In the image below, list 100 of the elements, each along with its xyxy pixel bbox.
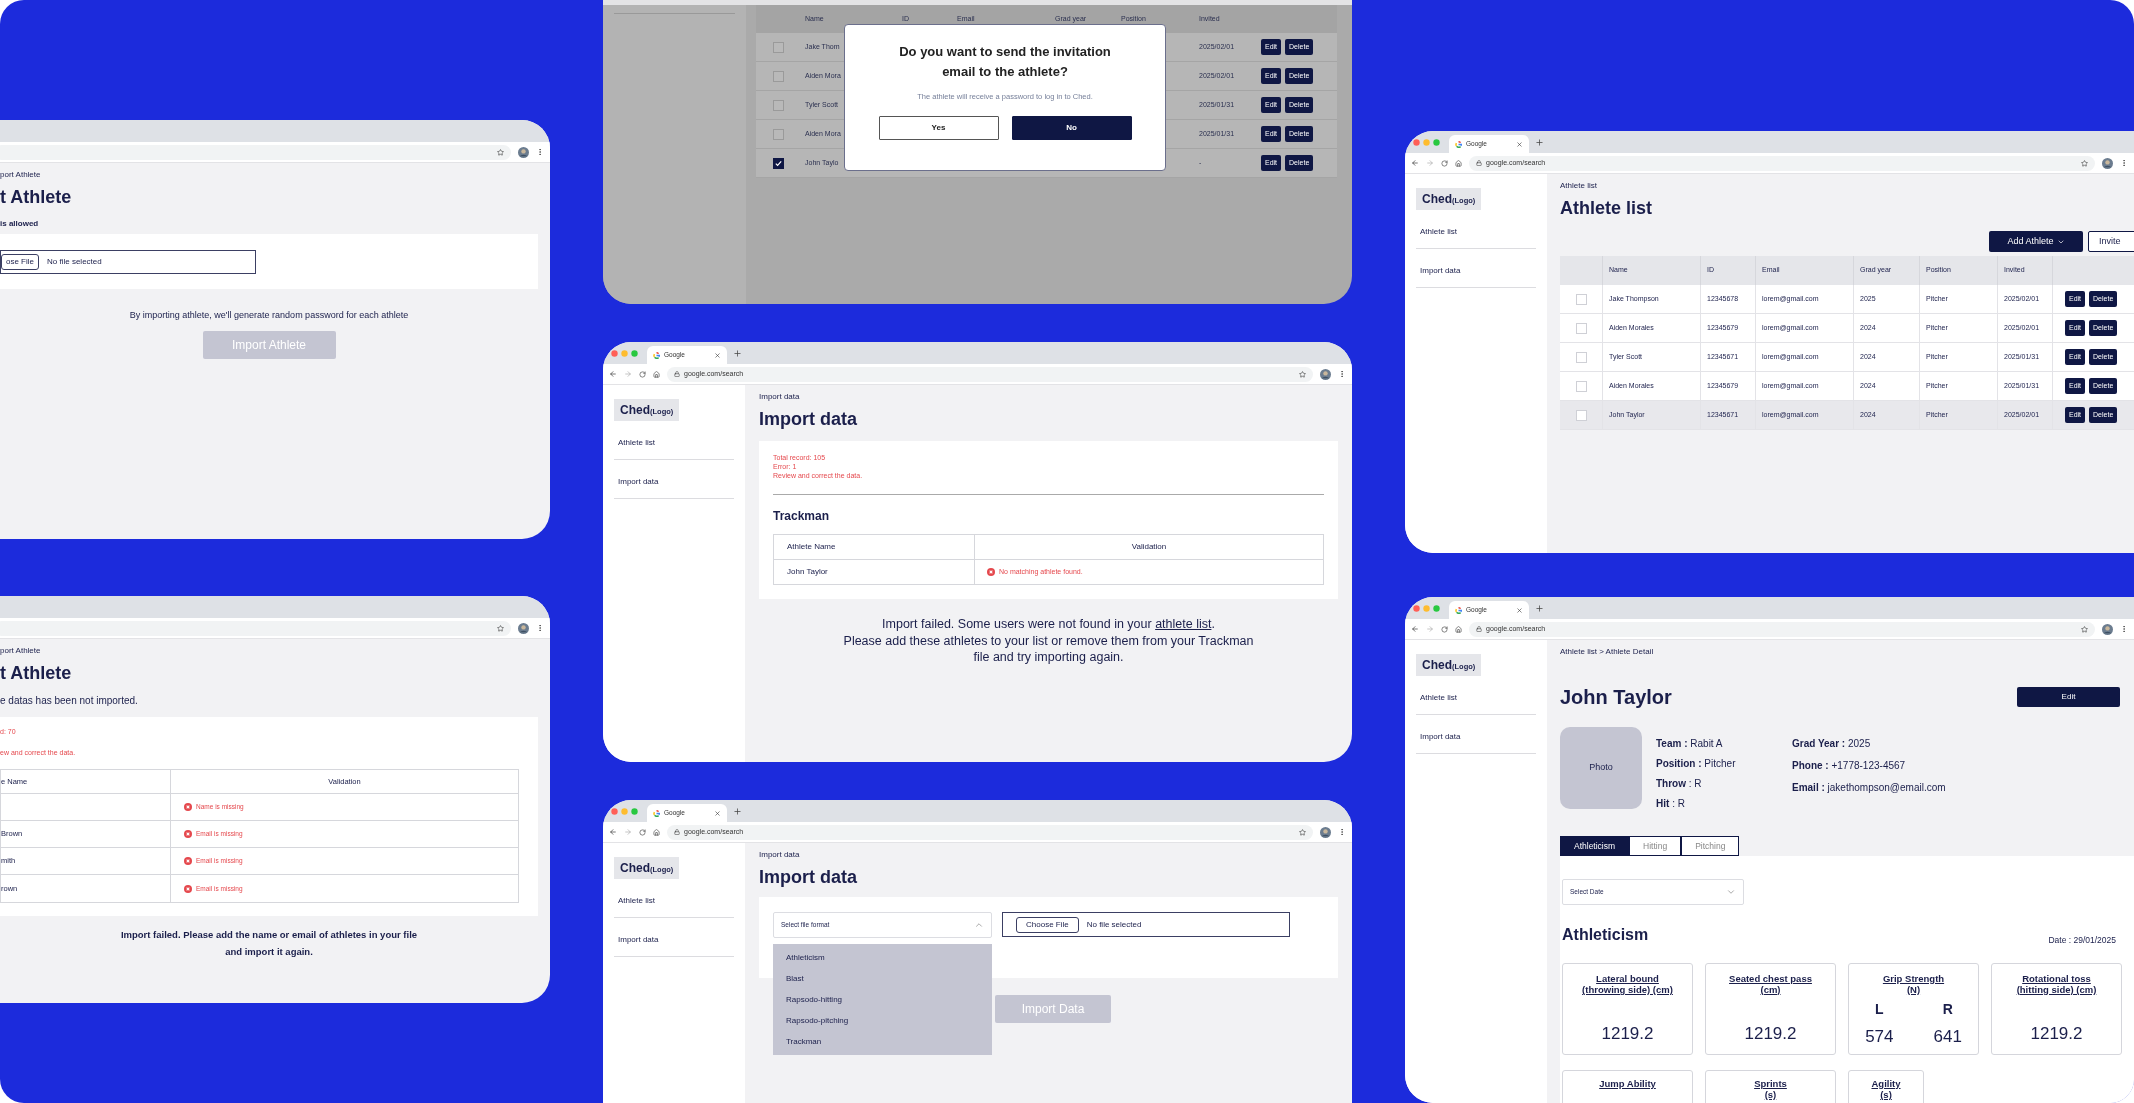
- invite-button[interactable]: Invite: [2088, 231, 2134, 252]
- yes-button[interactable]: Yes: [878, 116, 999, 141]
- status-message: e datas has been not imported.: [0, 694, 139, 708]
- choose-file-button[interactable]: ose File: [1, 253, 39, 270]
- menu-icon[interactable]: [1338, 370, 1346, 378]
- new-tab-icon[interactable]: [733, 806, 742, 816]
- avatar-icon[interactable]: [1320, 368, 1331, 380]
- back-icon[interactable]: [1411, 625, 1419, 633]
- sidebar-item[interactable]: Import data: [618, 935, 659, 944]
- metric-title: Rotational toss (hitting side) (cm): [2016, 973, 2097, 995]
- star-icon[interactable]: [1299, 370, 1306, 378]
- checkbox[interactable]: [772, 128, 784, 140]
- tab[interactable]: Pitching: [1681, 836, 1740, 856]
- session-date: Date : 29/01/2025: [2048, 934, 2116, 947]
- sidebar-item[interactable]: Import data: [1420, 266, 1461, 275]
- page-title: Athlete list: [1560, 197, 1653, 220]
- breadcrumb: Athlete list > Athlete Detail: [1560, 646, 1655, 658]
- sidebar-item[interactable]: Import data: [618, 477, 659, 486]
- menu-icon[interactable]: [2120, 625, 2128, 633]
- sidebar-item[interactable]: Athlete list: [1420, 227, 1457, 236]
- dropdown-option[interactable]: Blast: [773, 968, 992, 989]
- file-field[interactable]: ose File No file selected: [0, 249, 256, 274]
- back-icon[interactable]: [609, 828, 617, 836]
- address-field[interactable]: [0, 144, 511, 160]
- avatar-icon[interactable]: [518, 622, 529, 634]
- breadcrumb: port Athlete: [0, 169, 42, 181]
- reload-icon[interactable]: [639, 370, 646, 378]
- checkbox[interactable]: [772, 157, 784, 169]
- athlete-name: John Taylor: [1560, 685, 1672, 710]
- close-icon[interactable]: [1516, 606, 1523, 614]
- reload-icon[interactable]: [639, 828, 646, 836]
- close-icon[interactable]: [714, 809, 721, 817]
- new-tab-icon[interactable]: [733, 348, 742, 358]
- tab[interactable]: Athleticism: [1560, 836, 1630, 856]
- column-header: Validation: [1130, 541, 1168, 553]
- import-failed-message: Import failed. Some users were not found in your athlete list. Please add these athletes to your list or remove them from your Trackman file and try importing again.: [842, 616, 1255, 666]
- logo-text: Ched: [620, 402, 650, 419]
- avatar-icon[interactable]: [1320, 826, 1331, 838]
- section-title: Athleticism: [1562, 925, 1649, 945]
- star-icon[interactable]: [497, 148, 504, 156]
- window-controls-icon[interactable]: [1413, 604, 1443, 612]
- avatar-icon[interactable]: [2102, 623, 2113, 635]
- profile-field: Throw : R: [1656, 776, 1792, 791]
- metric-value: 574: [1865, 1026, 1894, 1048]
- choose-file-button[interactable]: Choose File: [1016, 916, 1079, 933]
- avatar-icon[interactable]: [2102, 157, 2113, 169]
- tab[interactable]: Hitting: [1629, 836, 1682, 856]
- dropdown-option[interactable]: Trackman: [773, 1031, 992, 1052]
- file-field[interactable]: Choose File No file selected: [1002, 912, 1290, 937]
- reload-icon[interactable]: [1441, 625, 1448, 633]
- star-icon[interactable]: [2081, 159, 2088, 167]
- home-icon[interactable]: [1455, 159, 1462, 167]
- no-button[interactable]: No: [1011, 116, 1132, 141]
- home-icon[interactable]: [1455, 625, 1462, 633]
- sidebar-item[interactable]: Athlete list: [1420, 693, 1457, 702]
- dialog-title: Do you want to send the invitation email to the athlete?: [899, 43, 1111, 81]
- home-icon[interactable]: [653, 828, 660, 836]
- avatar-icon[interactable]: [518, 146, 529, 158]
- checkbox[interactable]: [772, 99, 784, 111]
- back-icon[interactable]: [1411, 159, 1419, 167]
- window-controls-icon[interactable]: [611, 807, 641, 815]
- metric-value: 641: [1933, 1026, 1962, 1048]
- dropdown-option[interactable]: Rapsodo-pitching: [773, 1010, 992, 1031]
- logo-text: Ched: [620, 860, 650, 877]
- sidebar-item[interactable]: Athlete list: [618, 438, 655, 447]
- metric-title: Grip Strength (N): [1882, 973, 1945, 995]
- tab-favicon-icon: [653, 351, 660, 359]
- new-tab-icon[interactable]: [1535, 137, 1544, 147]
- checkbox[interactable]: [772, 70, 784, 82]
- menu-icon[interactable]: [2120, 159, 2128, 167]
- back-icon[interactable]: [609, 370, 617, 378]
- breadcrumb: Athlete list: [1560, 180, 1598, 192]
- window-controls-icon[interactable]: [611, 349, 641, 357]
- hint-text: is allowed: [0, 218, 40, 230]
- add-athlete-button[interactable]: Add Athlete: [1989, 231, 2083, 252]
- file-status: No file selected: [1086, 918, 1142, 931]
- sidebar-item[interactable]: Import data: [1420, 732, 1461, 741]
- menu-icon[interactable]: [536, 624, 544, 632]
- address-field[interactable]: [0, 620, 511, 636]
- menu-icon[interactable]: [1338, 828, 1346, 836]
- profile-field: Phone : +1778-123-4567: [1792, 758, 1946, 773]
- page-title: Import data: [759, 408, 858, 431]
- dropdown-option[interactable]: Rapsodo-hitting: [773, 989, 992, 1010]
- new-tab-icon[interactable]: [1535, 603, 1544, 613]
- lock-icon: [674, 829, 680, 835]
- error-icon: [987, 568, 995, 576]
- close-icon[interactable]: [1516, 140, 1523, 148]
- window-controls-icon[interactable]: [1413, 138, 1443, 146]
- edit-button[interactable]: Edit: [2017, 687, 2120, 707]
- reload-icon[interactable]: [1441, 159, 1448, 167]
- checkbox[interactable]: [772, 41, 784, 53]
- close-icon[interactable]: [714, 351, 721, 359]
- metric-value: 1219.2: [1601, 1023, 1654, 1045]
- star-icon[interactable]: [497, 624, 504, 632]
- dropdown-option[interactable]: Athleticism: [773, 947, 992, 968]
- home-icon[interactable]: [653, 370, 660, 378]
- star-icon[interactable]: [1299, 828, 1306, 836]
- sidebar-item[interactable]: Athlete list: [618, 896, 655, 905]
- star-icon[interactable]: [2081, 625, 2088, 633]
- menu-icon[interactable]: [536, 148, 544, 156]
